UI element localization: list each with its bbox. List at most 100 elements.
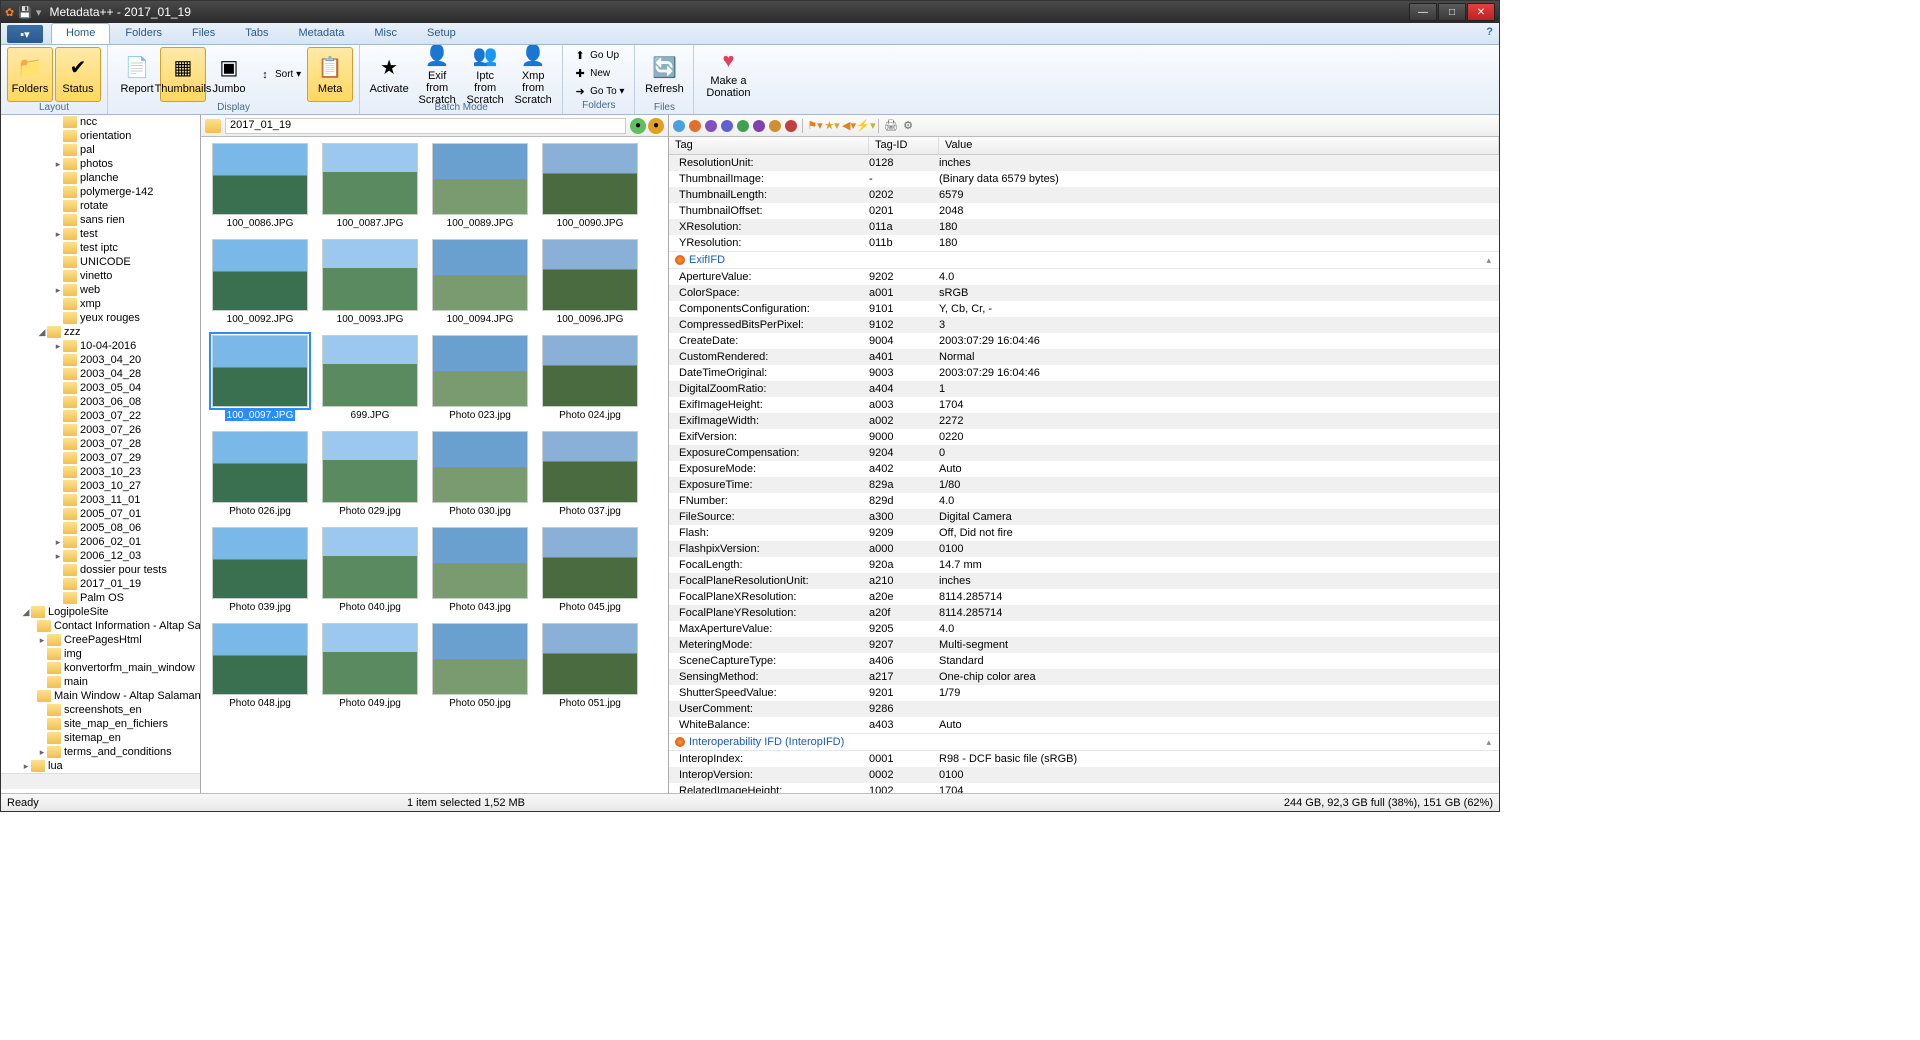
tree-item[interactable]: orientation xyxy=(1,129,200,143)
thumbnail-image[interactable] xyxy=(432,143,528,215)
chevron-up-icon[interactable]: ▴ xyxy=(1486,255,1491,266)
thumbnail-image[interactable] xyxy=(212,239,308,311)
ribbon-jumbo[interactable]: ▣Jumbo xyxy=(206,47,252,102)
ribbon-exif-from-scratch[interactable]: 👤Exif from Scratch xyxy=(414,47,460,102)
thumbnail-image[interactable] xyxy=(322,335,418,407)
tree-item[interactable]: polymerge-142 xyxy=(1,185,200,199)
menu-metadata[interactable]: Metadata xyxy=(284,23,360,44)
thumbnail-image[interactable] xyxy=(212,143,308,215)
menu-folders[interactable]: Folders xyxy=(110,23,177,44)
thumbnail[interactable]: 100_0093.JPG xyxy=(315,239,425,325)
ribbon-go-to-[interactable]: ➜Go To ▾ xyxy=(569,83,628,100)
tree-item[interactable]: Palm OS xyxy=(1,591,200,605)
meta-row[interactable]: FileSource:a300Digital Camera xyxy=(669,509,1499,525)
ribbon-refresh[interactable]: 🔄Refresh xyxy=(641,47,687,102)
thumbnail-image[interactable] xyxy=(432,623,528,695)
thumbnail[interactable]: Photo 048.jpg xyxy=(205,623,315,709)
tree-item[interactable]: 2003_10_27 xyxy=(1,479,200,493)
maximize-button[interactable]: □ xyxy=(1438,3,1466,21)
meta-filter-dot[interactable] xyxy=(673,120,685,132)
thumbnail-image[interactable] xyxy=(212,431,308,503)
meta-row[interactable]: CompressedBitsPerPixel:91023 xyxy=(669,317,1499,333)
meta-row[interactable]: WhiteBalance:a403Auto xyxy=(669,717,1499,733)
meta-row[interactable]: DigitalZoomRatio:a4041 xyxy=(669,381,1499,397)
menu-home[interactable]: Home xyxy=(51,23,110,44)
meta-row[interactable]: ThumbnailLength:02026579 xyxy=(669,187,1499,203)
thumbnail[interactable]: 100_0094.JPG xyxy=(425,239,535,325)
path-action-icon[interactable]: ● xyxy=(630,118,646,134)
tree-item[interactable]: yeux rouges xyxy=(1,311,200,325)
thumbnail[interactable]: 100_0092.JPG xyxy=(205,239,315,325)
header-tag[interactable]: Tag xyxy=(669,137,869,154)
tree-item[interactable]: 2003_04_20 xyxy=(1,353,200,367)
print-tool[interactable]: 🖨 xyxy=(884,119,898,133)
tree-item[interactable]: konvertorfm_main_window xyxy=(1,661,200,675)
thumbnail-image[interactable] xyxy=(542,143,638,215)
bolt-tool[interactable]: ⚡▾ xyxy=(859,119,873,133)
meta-row[interactable]: MeteringMode:9207Multi-segment xyxy=(669,637,1499,653)
gear-tool[interactable]: ⚙ xyxy=(901,119,915,133)
meta-row[interactable]: ShutterSpeedValue:92011/79 xyxy=(669,685,1499,701)
ribbon-meta[interactable]: 📋Meta xyxy=(307,47,353,102)
menu-files[interactable]: Files xyxy=(177,23,230,44)
tree-item[interactable]: UNICODE xyxy=(1,255,200,269)
meta-row[interactable]: ExposureCompensation:92040 xyxy=(669,445,1499,461)
meta-row[interactable]: FocalPlaneResolutionUnit:a210inches xyxy=(669,573,1499,589)
tree-item[interactable]: ▸photos xyxy=(1,157,200,171)
tree-item[interactable]: pal xyxy=(1,143,200,157)
thumbnail-image[interactable] xyxy=(322,431,418,503)
meta-group-header[interactable]: Interoperability IFD (InteropIFD)▴ xyxy=(669,733,1499,751)
thumbnail[interactable]: Photo 049.jpg xyxy=(315,623,425,709)
tree-item[interactable]: ◢zzz xyxy=(1,325,200,339)
meta-filter-dot[interactable] xyxy=(753,120,765,132)
tree-item[interactable]: 2005_08_06 xyxy=(1,521,200,535)
meta-filter-dot[interactable] xyxy=(785,120,797,132)
meta-row[interactable]: UserComment:9286 xyxy=(669,701,1499,717)
tree-item[interactable]: test iptc xyxy=(1,241,200,255)
thumbnail-image[interactable] xyxy=(432,335,528,407)
meta-row[interactable]: CustomRendered:a401Normal xyxy=(669,349,1499,365)
thumbnail-image[interactable] xyxy=(432,431,528,503)
meta-row[interactable]: ComponentsConfiguration:9101Y, Cb, Cr, - xyxy=(669,301,1499,317)
meta-row[interactable]: ExifVersion:90000220 xyxy=(669,429,1499,445)
ribbon-status[interactable]: ✔Status xyxy=(55,47,101,102)
ribbon-sort-[interactable]: ↕Sort ▾ xyxy=(254,66,305,83)
thumbnail-image[interactable] xyxy=(542,431,638,503)
flag-tool[interactable]: ⚑▾ xyxy=(808,119,822,133)
thumbnail[interactable]: 699.JPG xyxy=(315,335,425,421)
metadata-list[interactable]: ResolutionUnit:0128inchesThumbnailImage:… xyxy=(669,155,1499,793)
help-icon[interactable]: ? xyxy=(1486,26,1493,38)
tree-item[interactable]: ◢LogipoleSite xyxy=(1,605,200,619)
meta-row[interactable]: DateTimeOriginal:90032003:07:29 16:04:46 xyxy=(669,365,1499,381)
tree-item[interactable]: Main Window - Altap Salamand xyxy=(1,689,200,703)
thumbnail[interactable]: 100_0097.JPG xyxy=(205,335,315,421)
tree-item[interactable]: 2003_06_08 xyxy=(1,395,200,409)
meta-filter-dot[interactable] xyxy=(705,120,717,132)
tree-item[interactable]: ▸lua xyxy=(1,759,200,773)
minimize-button[interactable]: — xyxy=(1409,3,1437,21)
tree-item[interactable]: vinetto xyxy=(1,269,200,283)
thumbnail-image[interactable] xyxy=(542,623,638,695)
tree-item[interactable]: rotate xyxy=(1,199,200,213)
ribbon-xmp-from-scratch[interactable]: 👤Xmp from Scratch xyxy=(510,47,556,102)
meta-row[interactable]: ResolutionUnit:0128inches xyxy=(669,155,1499,171)
tree-item[interactable]: site_map_en_fichiers xyxy=(1,717,200,731)
thumbnail-image[interactable] xyxy=(432,239,528,311)
meta-row[interactable]: ThumbnailImage:-(Binary data 6579 bytes) xyxy=(669,171,1499,187)
meta-row[interactable]: ExifImageHeight:a0031704 xyxy=(669,397,1499,413)
thumbnail-image[interactable] xyxy=(322,527,418,599)
tree-item[interactable]: ▸10-04-2016 xyxy=(1,339,200,353)
thumbnail-image[interactable] xyxy=(212,623,308,695)
meta-row[interactable]: ExifImageWidth:a0022272 xyxy=(669,413,1499,429)
thumbnail[interactable]: Photo 026.jpg xyxy=(205,431,315,517)
meta-row[interactable]: ColorSpace:a001sRGB xyxy=(669,285,1499,301)
path-action-icon[interactable]: ● xyxy=(648,118,664,134)
meta-row[interactable]: ThumbnailOffset:02012048 xyxy=(669,203,1499,219)
ribbon-go-up[interactable]: ⬆Go Up xyxy=(569,47,628,64)
meta-row[interactable]: FNumber:829d4.0 xyxy=(669,493,1499,509)
tree-item[interactable]: Contact Information - Altap Sal xyxy=(1,619,200,633)
tree-item[interactable]: main xyxy=(1,675,200,689)
dropdown-icon[interactable]: ▾ xyxy=(36,6,42,19)
thumbnail[interactable]: Photo 030.jpg xyxy=(425,431,535,517)
thumbnail[interactable]: Photo 043.jpg xyxy=(425,527,535,613)
